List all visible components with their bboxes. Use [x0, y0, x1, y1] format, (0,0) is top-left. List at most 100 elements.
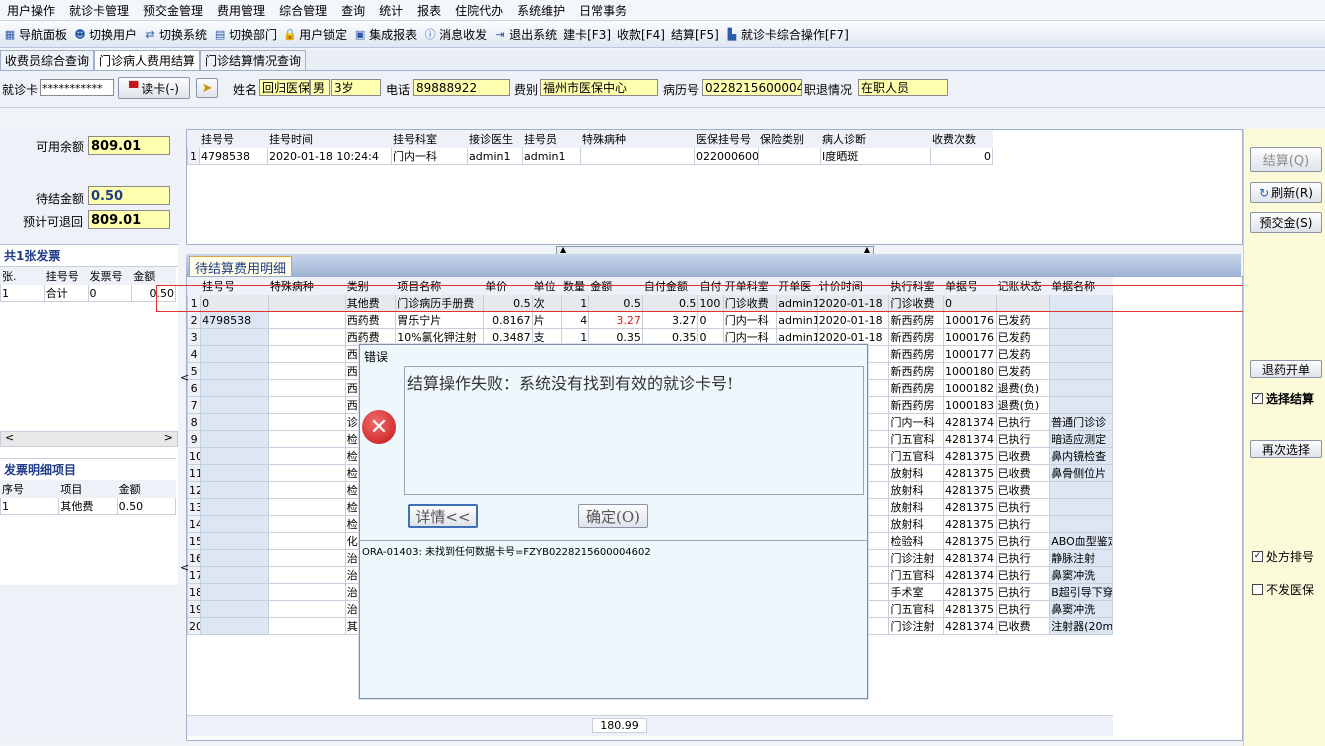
toolbar-button[interactable]: 🔒 用户锁定: [280, 23, 350, 45]
tab-item[interactable]: 门诊病人费用结算: [94, 50, 201, 70]
menu-item[interactable]: 预交金管理: [136, 2, 210, 19]
collapse-up-icon[interactable]: ▲: [560, 246, 566, 254]
read-card-button[interactable]: ▀ 读卡(-): [118, 77, 190, 99]
toolbar-button[interactable]: ▙ 就诊卡综合操作[F7]: [722, 23, 852, 45]
refresh-button[interactable]: ↻ 刷新(R): [1250, 182, 1322, 203]
column-header[interactable]: 单据名称: [1049, 277, 1113, 295]
collapse-left-icon[interactable]: <: [180, 561, 189, 574]
record-number-field[interactable]: 022821560000460: [702, 79, 802, 96]
deposit-button[interactable]: 预交金(S): [1250, 212, 1322, 233]
tab-item[interactable]: 门诊结算情况查询: [200, 50, 307, 70]
toolbar-button[interactable]: 结算[F5]: [668, 23, 722, 45]
toolbar-button[interactable]: 收款[F4]: [614, 23, 668, 45]
menu-item[interactable]: 综合管理: [272, 2, 334, 19]
menu-item[interactable]: 日常事务: [572, 2, 634, 19]
table-row[interactable]: 3 西药费 10%氯化钾注射 0.3487 支 1 0.35 0.35 0 门内一科 admin1 2…: [187, 328, 1113, 346]
collapse-left-icon[interactable]: <: [180, 371, 189, 384]
name-field[interactable]: 回归医保: [259, 79, 310, 96]
column-header[interactable]: 接诊医生: [467, 130, 523, 148]
column-header[interactable]: 特殊病种: [267, 277, 346, 295]
column-header[interactable]: 挂号科室: [391, 130, 468, 148]
column-header[interactable]: 项目名称: [395, 277, 485, 295]
phone-field[interactable]: 89888922: [413, 79, 510, 96]
column-header[interactable]: 挂号号: [199, 130, 268, 148]
table-row[interactable]: 1 4798538 2020-01-18 10:24:4 门内一科 admin1 admi…: [187, 147, 993, 165]
table-cell: 鼻内镜检查: [1049, 447, 1113, 465]
table-cell: 退费(负): [995, 396, 1051, 414]
column-header[interactable]: 单价: [483, 277, 533, 295]
column-header[interactable]: 挂号号: [43, 267, 89, 285]
column-header[interactable]: 张.: [0, 267, 45, 285]
toolbar-button[interactable]: ⓘ 消息收发: [420, 23, 490, 45]
column-header[interactable]: 金额: [588, 277, 643, 295]
fee-type-field[interactable]: 福州市医保中心: [540, 79, 658, 96]
table-row[interactable]: 1 合计 0 0.50: [0, 284, 176, 302]
column-header[interactable]: 序号: [0, 480, 60, 498]
tab-item[interactable]: 收费员综合查询: [0, 50, 95, 70]
refund-bill-button[interactable]: 退药开单: [1250, 360, 1322, 378]
toolbar-label: 消息收发: [439, 27, 488, 42]
toolbar-button[interactable]: ⇥ 退出系统: [490, 23, 560, 45]
table-cell: [200, 549, 269, 567]
column-header[interactable]: 开单科室: [722, 277, 778, 295]
collapse-up-icon[interactable]: ▲: [864, 246, 870, 254]
table-row[interactable]: 2 4798538 西药费 胃乐宁片 0.8167 片 4 3.27 3.27 0 门内一科 admi…: [187, 311, 1113, 329]
table-row[interactable]: 1 0 其他费 门诊病历手册费 0.5 次 1 0.5 0.5 100 门诊收费 admin1 2020…: [187, 294, 1113, 312]
column-header[interactable]: 金额: [131, 267, 176, 285]
table-row[interactable]: 1 其他费 0.50: [0, 497, 177, 515]
sex-field[interactable]: 男: [310, 79, 330, 96]
column-header[interactable]: 收费次数: [930, 130, 993, 148]
ok-button[interactable]: 确定(O): [578, 504, 648, 528]
menu-item[interactable]: 就诊卡管理: [62, 2, 136, 19]
menu-item[interactable]: 报表: [410, 2, 448, 19]
scroll-right-icon[interactable]: >: [164, 431, 173, 444]
reselect-button[interactable]: 再次选择: [1250, 440, 1322, 458]
column-header[interactable]: 计价时间: [816, 277, 890, 295]
arrow-button[interactable]: ➤: [196, 78, 218, 98]
menu-item[interactable]: 费用管理: [210, 2, 272, 19]
details-button[interactable]: 详情<<: [408, 504, 478, 528]
settle-button[interactable]: 结算(Q): [1250, 147, 1322, 172]
column-header[interactable]: 单位: [531, 277, 562, 295]
column-header[interactable]: 挂号员: [522, 130, 581, 148]
column-header[interactable]: 医保挂号号: [694, 130, 759, 148]
toolbar-button[interactable]: ⇄ 切换系统: [140, 23, 210, 45]
menu-item[interactable]: 统计: [372, 2, 410, 19]
toolbar-button[interactable]: ▣ 集成报表: [350, 23, 420, 45]
column-header[interactable]: 发票号: [87, 267, 133, 285]
column-header[interactable]: 类别: [344, 277, 397, 295]
invoice-hscrollbar[interactable]: < >: [0, 431, 178, 447]
toolbar-button[interactable]: ▦ 导航面板: [0, 23, 70, 45]
column-header[interactable]: 项目: [58, 480, 118, 498]
toolbar-label: 导航面板: [19, 27, 68, 42]
column-header[interactable]: 自付金额: [641, 277, 699, 295]
table-cell: ABO血型鉴定: [1049, 532, 1113, 550]
table-cell: 西药费: [344, 311, 397, 329]
column-header[interactable]: 单据号: [943, 277, 997, 295]
toolbar-button[interactable]: ▤ 切换部门: [210, 23, 280, 45]
column-header[interactable]: 病人诊断: [820, 130, 931, 148]
menu-item[interactable]: 查询: [334, 2, 372, 19]
card-number-field[interactable]: ***********: [40, 79, 114, 96]
column-header[interactable]: 开单医: [776, 277, 818, 295]
rx-sort-checkbox[interactable]: ✓ 处方排号: [1252, 548, 1314, 565]
scroll-left-icon[interactable]: <: [5, 431, 14, 444]
menu-item[interactable]: 住院代办: [448, 2, 510, 19]
column-header[interactable]: 挂号号: [200, 277, 269, 295]
job-status-field[interactable]: 在职人员: [858, 79, 948, 96]
age-field[interactable]: 3岁: [331, 79, 381, 96]
select-settle-checkbox[interactable]: ✓ 选择结算: [1252, 390, 1314, 407]
no-insurance-checkbox[interactable]: 不发医保: [1252, 581, 1314, 598]
toolbar-button[interactable]: ☻ 切换用户: [70, 23, 140, 45]
menu-item[interactable]: 系统维护: [510, 2, 572, 19]
column-header[interactable]: 记账状态: [995, 277, 1051, 295]
column-header[interactable]: 保险类别: [758, 130, 821, 148]
column-header[interactable]: 执行科室: [888, 277, 945, 295]
column-header[interactable]: 金额: [116, 480, 177, 498]
menu-item[interactable]: 用户操作: [0, 2, 62, 19]
column-header[interactable]: 自付: [697, 277, 724, 295]
column-header[interactable]: 特殊病种: [580, 130, 695, 148]
toolbar-button[interactable]: 建卡[F3]: [560, 23, 614, 45]
column-header[interactable]: 挂号时间: [267, 130, 392, 148]
column-header[interactable]: 数量: [560, 277, 590, 295]
